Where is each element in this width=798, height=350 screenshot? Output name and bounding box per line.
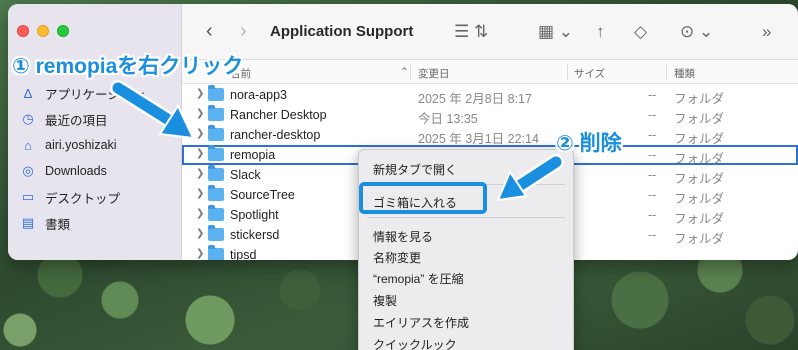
column-date[interactable]: 変更日 (418, 66, 450, 81)
sidebar-item-label: Downloads (45, 164, 107, 178)
column-kind[interactable]: 種類 (674, 66, 695, 81)
file-name: nora-app3 (230, 88, 287, 102)
sidebar: ∆ アプリケーション ◷ 最近の項目 ⌂ airi.yoshizaki ◎ Do… (8, 4, 182, 260)
file-row[interactable]: ❯ nora-app3 2025 年 2月8日 8:17 -- フォルダ (182, 85, 798, 106)
forward-button[interactable]: › (240, 20, 247, 43)
file-size: -- (648, 188, 657, 202)
sort-chevron-icon: ⌃ (400, 66, 409, 78)
file-size: -- (648, 228, 657, 242)
chevron-right-icon[interactable]: ❯ (196, 108, 204, 119)
chevron-right-icon[interactable]: » (762, 22, 771, 42)
file-size: -- (648, 88, 657, 102)
folder-icon (208, 185, 224, 201)
close-button[interactable] (17, 25, 29, 37)
file-size: -- (648, 208, 657, 222)
folder-icon (208, 245, 224, 260)
clock-icon: ◷ (22, 111, 34, 126)
share-icon[interactable]: ↑ (596, 22, 605, 42)
file-name: Spotlight (230, 208, 279, 222)
sidebar-list: ∆ アプリケーション ◷ 最近の項目 ⌂ airi.yoshizaki ◎ Do… (20, 80, 145, 236)
window-controls (17, 25, 69, 37)
file-name: stickersd (230, 228, 280, 242)
chevron-right-icon[interactable]: ❯ (196, 188, 204, 199)
menu-item-open-in-new-tab[interactable]: 新規タブで開く (373, 161, 457, 178)
chevron-right-icon[interactable]: ❯ (196, 248, 204, 259)
column-size[interactable]: サイズ (574, 66, 605, 81)
menu-item-compress[interactable]: “remopia” を圧縮 (373, 270, 464, 287)
sidebar-item-home[interactable]: ⌂ airi.yoshizaki (20, 132, 145, 158)
minimize-button[interactable] (37, 25, 49, 37)
sidebar-item-label: 最近の項目 (45, 113, 108, 128)
sidebar-item-documents[interactable]: ▤ 書類 (20, 210, 145, 236)
file-name: Rancher Desktop (230, 108, 327, 122)
file-size: -- (648, 108, 657, 122)
chevron-right-icon[interactable]: ❯ (196, 88, 204, 99)
more-actions-icon[interactable]: ⊙ ⌄ (680, 22, 713, 42)
home-icon: ⌂ (24, 137, 32, 153)
sidebar-item-applications[interactable]: ∆ アプリケーション (20, 80, 145, 106)
sidebar-item-desktop[interactable]: ▭ デスクトップ (20, 184, 145, 210)
file-row[interactable]: ❯ rancher-desktop 2025 年 3月1日 22:14 -- フ… (182, 125, 798, 146)
trash-highlight-box (359, 182, 487, 214)
toolbar: ‹ › Application Support ☰ ⇅ ▦ ⌄ ↑ ◇ ⊙ ⌄ … (182, 4, 798, 60)
folder-icon (208, 225, 224, 241)
folder-icon (208, 145, 224, 161)
window-title: Application Support (270, 23, 414, 40)
tag-icon[interactable]: ◇ (634, 22, 647, 42)
document-icon: ▤ (21, 215, 35, 230)
menu-item-duplicate[interactable]: 複製 (373, 292, 397, 309)
list-view-icon[interactable]: ☰ ⇅ (454, 22, 488, 42)
chevron-right-icon[interactable]: ❯ (196, 168, 204, 179)
applications-icon: ∆ (24, 85, 32, 101)
file-row[interactable]: ❯ Rancher Desktop 今日 13:35 -- フォルダ (182, 105, 798, 126)
file-name: rancher-desktop (230, 128, 321, 142)
folder-icon (208, 105, 224, 121)
folder-icon (208, 165, 224, 181)
context-menu: 新規タブで開く ゴミ箱に入れる 情報を見る 名称変更 “remopia” を圧縮… (358, 149, 574, 350)
file-name: SourceTree (230, 188, 295, 202)
sidebar-item-label: デスクトップ (45, 191, 121, 206)
annotation-step2: ② 削除 (556, 132, 622, 155)
download-icon: ◎ (22, 163, 34, 178)
menu-item-make-alias[interactable]: エイリアスを作成 (373, 314, 469, 331)
back-button[interactable]: ‹ (206, 20, 213, 43)
group-icon[interactable]: ▦ ⌄ (538, 22, 573, 42)
chevron-right-icon[interactable]: ❯ (196, 208, 204, 219)
menu-item-quick-look[interactable]: クイックルック (373, 336, 457, 350)
sidebar-item-label: 書類 (45, 217, 71, 232)
sidebar-item-label: airi.yoshizaki (45, 138, 117, 152)
file-size: -- (648, 128, 657, 142)
folder-icon (208, 125, 224, 141)
zoom-button[interactable] (57, 25, 69, 37)
file-name: Slack (230, 168, 261, 182)
sidebar-item-label: アプリケーション (45, 87, 145, 102)
column-header: 名前 ⌃ 変更日 サイズ 種類 (182, 60, 798, 84)
sidebar-item-downloads[interactable]: ◎ Downloads (20, 158, 145, 184)
menu-item-rename[interactable]: 名称変更 (373, 249, 421, 266)
folder-icon (208, 85, 224, 101)
desktop-icon: ▭ (21, 189, 35, 204)
sidebar-item-recents[interactable]: ◷ 最近の項目 (20, 106, 145, 132)
folder-icon (208, 205, 224, 221)
menu-item-get-info[interactable]: 情報を見る (373, 228, 433, 245)
file-name: tipsd (230, 248, 257, 260)
file-size: -- (648, 148, 657, 162)
chevron-right-icon[interactable]: ❯ (196, 228, 204, 239)
chevron-right-icon[interactable]: ❯ (196, 128, 204, 139)
chevron-right-icon[interactable]: ❯ (196, 148, 204, 159)
file-name: remopia (230, 148, 276, 162)
file-size: -- (648, 168, 657, 182)
annotation-step1: ① remopiaを右クリック (12, 55, 244, 78)
